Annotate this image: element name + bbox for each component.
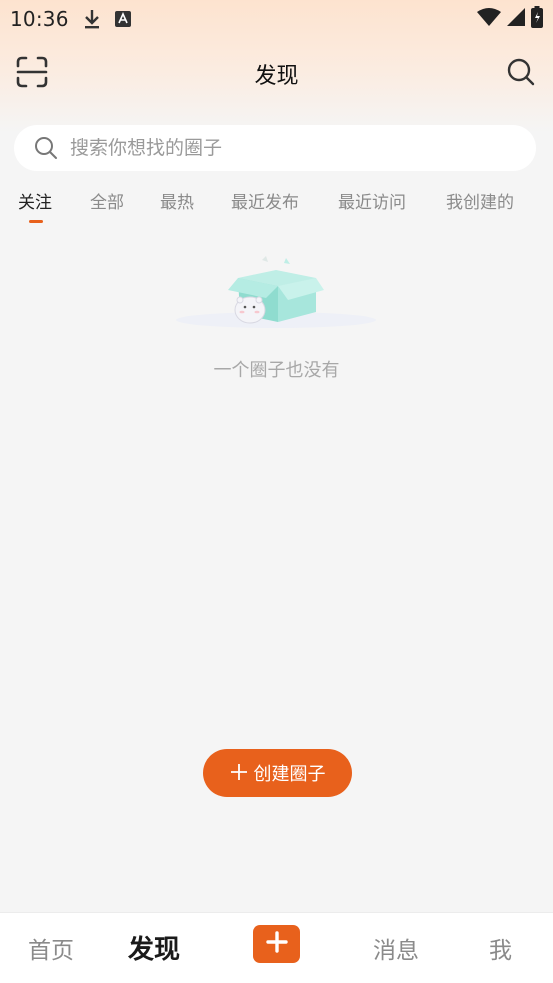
tab-hottest[interactable]: 最热 [160,188,194,213]
status-right-icons [477,6,543,32]
app-header: 发现 [0,52,553,96]
nav-discover[interactable]: 发现 [128,929,180,966]
wifi-icon [477,8,501,30]
tab-created-by-me[interactable]: 我创建的 [446,188,514,213]
search-input[interactable] [70,137,490,159]
search-icon [506,57,536,91]
keyboard-a-icon [114,11,131,27]
create-circle-button[interactable]: 创建圈子 [203,749,352,797]
nav-post-button[interactable] [253,925,300,963]
nav-home[interactable]: 首页 [28,931,74,965]
bottom-navigation: 首页 发现 消息 我 [0,912,553,983]
tab-all[interactable]: 全部 [90,188,124,213]
empty-state-message: 一个圈子也没有 [213,360,340,381]
page-title: 发现 [254,64,299,89]
status-time: 10:36 [10,7,69,31]
download-icon [83,8,101,30]
filter-tabs: 关注 全部 最热 最近发布 最近访问 我创建的 [0,184,553,228]
create-circle-label: 创建圈子 [253,764,326,785]
tab-recently-posted[interactable]: 最近发布 [231,188,299,213]
status-bar: 10:36 [0,0,553,38]
tab-recently-visited[interactable]: 最近访问 [338,188,406,213]
search-icon [34,136,58,160]
header-search-button[interactable] [503,56,539,92]
scan-icon [15,55,49,93]
scan-button[interactable] [14,56,50,92]
nav-messages[interactable]: 消息 [373,931,419,965]
active-tab-indicator [29,220,43,223]
battery-icon [531,6,543,32]
circle-search-box[interactable] [14,125,536,171]
nav-me[interactable]: 我 [489,931,512,965]
tab-following[interactable]: 关注 [18,188,52,213]
plus-icon [230,761,248,785]
empty-box-illustration [166,250,386,340]
plus-icon [265,931,288,957]
signal-icon [507,8,525,30]
